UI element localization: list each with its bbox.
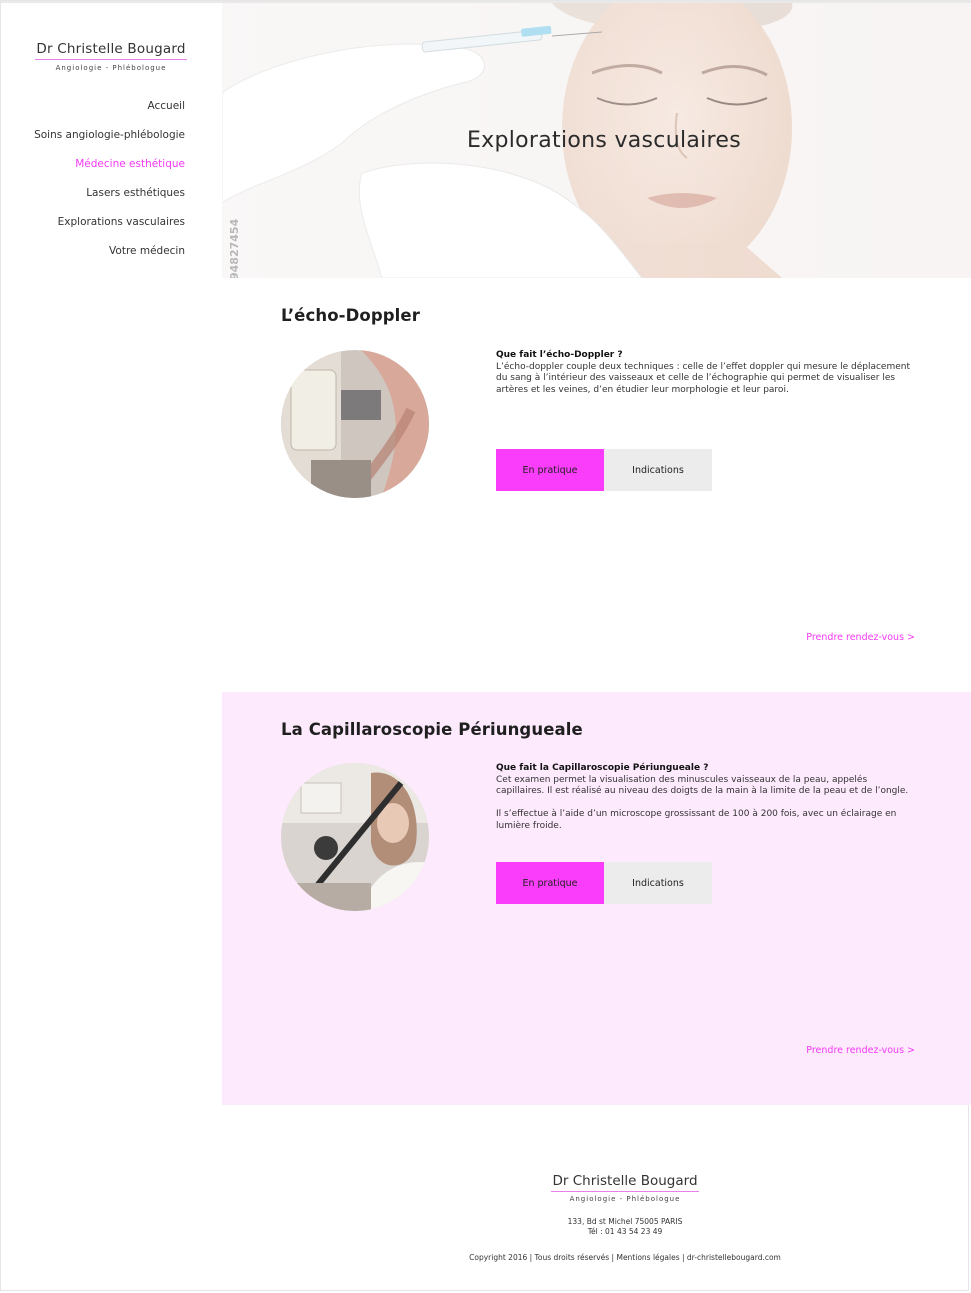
photo-illustration [281,350,429,498]
section-capillaroscopie: La Capillaroscopie Périungueale Que fait… [222,692,971,1105]
page-title: Explorations vasculaires [466,128,742,153]
nav-item-accueil[interactable]: Accueil [0,98,186,127]
sidebar-nav: Accueil Soins angiologie-phlébologie Méd… [0,98,185,272]
site-logo[interactable]: Dr Christelle Bougard Angiologie - Phléb… [0,38,222,72]
section-paragraph: L’écho-doppler couple deux techniques : … [496,361,910,395]
capillaroscopie-photo [281,763,429,911]
footer-phone: Tél : 01 43 54 23 49 [587,1227,663,1236]
en-pratique-button[interactable]: En pratique [496,449,604,491]
hero-watermark: 94827454 [228,218,241,280]
indications-button[interactable]: Indications [604,449,712,491]
logo-subtitle: Angiologie - Phlébologue [55,64,167,72]
nav-item-lasers-esthetiques[interactable]: Lasers esthétiques [0,185,185,214]
en-pratique-button[interactable]: En pratique [496,862,604,904]
section-buttons: En pratique Indications [496,449,712,491]
footer-copyright: Copyright 2016 | Tous droits réservés | … [469,1253,781,1262]
nav-item-soins-angiologie[interactable]: Soins angiologie-phlébologie [0,127,185,156]
indications-button[interactable]: Indications [604,862,712,904]
footer-logo-name: Dr Christelle Bougard [551,1173,699,1192]
nav-item-medecine-esthetique[interactable]: Médecine esthétique [0,156,185,185]
section-echo-doppler: L’écho-Doppler Que fait l’écho-Doppler ?… [222,278,971,692]
section-description: Que fait l’écho-Doppler ? L’écho-doppler… [496,350,916,396]
footer-logo[interactable]: Dr Christelle Bougard Angiologie - Phléb… [222,1170,971,1203]
photo-illustration [281,763,429,911]
section-description: Que fait la Capillaroscopie Périungueale… [496,763,916,832]
nav-item-votre-medecin[interactable]: Votre médecin [0,243,185,272]
echo-doppler-photo [281,350,429,498]
section-question: Que fait l’écho-Doppler ? [496,350,623,360]
section-title: La Capillaroscopie Périungueale [281,720,583,739]
logo-name: Dr Christelle Bougard [35,41,187,60]
footer: Dr Christelle Bougard Angiologie - Phléb… [222,1170,971,1262]
footer-address-block: 133, Bd st Michel 75005 PARIS Tél : 01 4… [222,1217,971,1237]
prendre-rendez-vous-link[interactable]: Prendre rendez-vous > [806,1045,915,1056]
section-buttons: En pratique Indications [496,862,712,904]
nav-item-explorations-vasculaires[interactable]: Explorations vasculaires [0,214,185,243]
section-title: L’écho-Doppler [281,306,420,325]
section-question: Que fait la Capillaroscopie Périungueale… [496,763,709,773]
footer-address: 133, Bd st Michel 75005 PARIS [567,1217,683,1226]
section-paragraph: Il s’effectue à l’aide d’un microscope g… [496,809,897,831]
prendre-rendez-vous-link[interactable]: Prendre rendez-vous > [806,632,915,643]
footer-logo-subtitle: Angiologie - Phlébologue [569,1195,681,1203]
section-paragraph: Cet examen permet la visualisation des m… [496,774,909,797]
